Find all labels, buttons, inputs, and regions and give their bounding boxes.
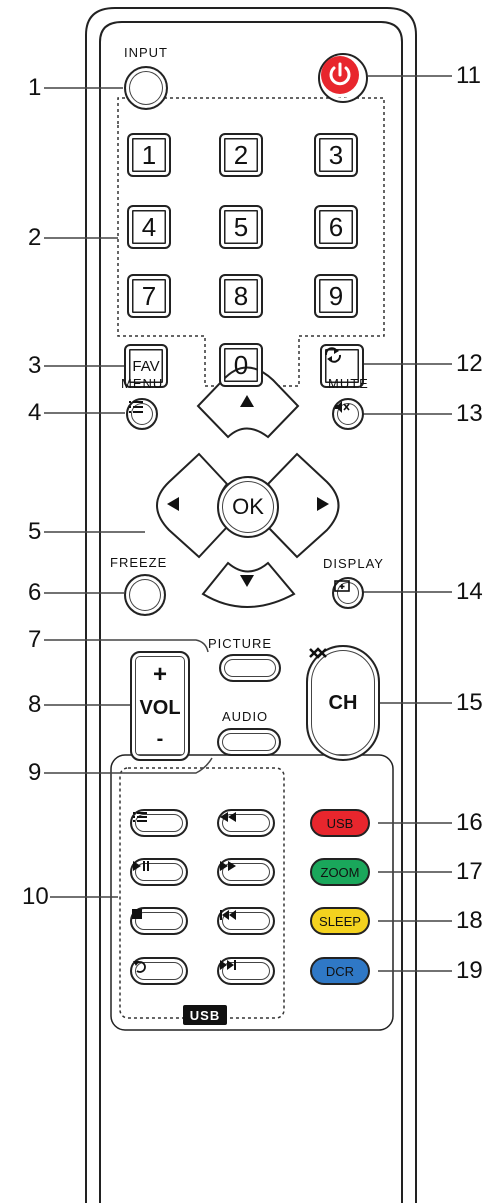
digit-7-button[interactable]: 7 [127, 274, 171, 318]
callout-16: 16 [456, 809, 483, 836]
channel-rocker[interactable]: CH [306, 645, 380, 761]
volume-rocker[interactable]: + VOL - [130, 651, 190, 761]
down-button[interactable] [239, 574, 257, 590]
fast-forward-icon [220, 861, 236, 871]
chevron-down-icon [309, 648, 327, 659]
swap-icon [324, 347, 342, 363]
up-button[interactable] [239, 394, 257, 410]
mute-button[interactable] [332, 398, 364, 430]
menu-button[interactable] [126, 398, 158, 430]
input-label: INPUT [124, 45, 168, 60]
digit-6-button[interactable]: 6 [314, 205, 358, 249]
menu-label: MENU [121, 376, 164, 391]
callout-6: 6 [28, 579, 42, 606]
power-button[interactable] [318, 53, 368, 103]
zoom-button[interactable]: ZOOM [310, 858, 370, 886]
usb-button[interactable]: USB [310, 809, 370, 837]
input-button[interactable] [124, 66, 168, 110]
usb-list-button[interactable] [130, 809, 188, 837]
mute-label: MUTE [328, 376, 369, 391]
dcr-button[interactable]: DCR [310, 957, 370, 985]
channel-label: CH [328, 692, 358, 714]
rewind-icon [220, 812, 236, 822]
callout-15: 15 [456, 689, 483, 716]
digit-1-button[interactable]: 1 [127, 133, 171, 177]
callout-10: 10 [22, 883, 49, 910]
callout-7: 7 [28, 626, 42, 653]
power-icon [321, 56, 359, 94]
previous-button[interactable] [217, 907, 275, 935]
callout-18: 18 [456, 907, 483, 934]
stop-button[interactable] [130, 907, 188, 935]
list-icon [129, 401, 143, 413]
rewind-button[interactable] [217, 809, 275, 837]
freeze-label: FREEZE [110, 555, 168, 570]
digit-3-button[interactable]: 3 [314, 133, 358, 177]
play-pause-icon [133, 861, 149, 871]
picture-button[interactable] [219, 654, 281, 682]
digit-0-button[interactable]: 0 [219, 343, 263, 387]
volume-up-button[interactable]: + [153, 663, 167, 687]
display-button[interactable] [332, 577, 364, 609]
callout-9: 9 [28, 759, 42, 786]
callout-5: 5 [28, 518, 42, 545]
digit-2-button[interactable]: 2 [219, 133, 263, 177]
skip-next-icon [220, 960, 236, 970]
digit-8-button[interactable]: 8 [219, 274, 263, 318]
fast-forward-button[interactable] [217, 858, 275, 886]
callout-17: 17 [456, 858, 483, 885]
callout-3: 3 [28, 352, 42, 379]
volume-label: VOL [139, 697, 181, 719]
play-pause-button[interactable] [130, 858, 188, 886]
sleep-button[interactable]: SLEEP [310, 907, 370, 935]
skip-previous-icon [220, 910, 236, 920]
display-label: DISPLAY [323, 556, 384, 571]
next-button[interactable] [217, 957, 275, 985]
volume-down-button[interactable]: - [157, 729, 164, 749]
callout-1: 1 [28, 74, 42, 101]
audio-button[interactable] [217, 728, 281, 756]
arrow-right-icon [317, 497, 329, 511]
display-icon [334, 580, 350, 592]
callout-4: 4 [28, 399, 42, 426]
return-icon [133, 961, 146, 973]
stop-icon [132, 909, 142, 919]
usb-group-tag: USB [183, 1005, 227, 1025]
freeze-button[interactable] [124, 574, 166, 616]
digit-4-button[interactable]: 4 [127, 205, 171, 249]
mute-icon [335, 401, 350, 413]
callout-13: 13 [456, 400, 483, 427]
ok-button[interactable]: OK [217, 476, 279, 538]
return-button[interactable] [130, 957, 188, 985]
right-button[interactable] [316, 496, 332, 514]
arrow-down-icon [240, 575, 254, 587]
remote-body-outline [44, 7, 452, 1203]
callout-12: 12 [456, 350, 483, 377]
arrow-up-icon [240, 395, 254, 407]
digit-5-button[interactable]: 5 [219, 205, 263, 249]
picture-label: PICTURE [208, 636, 273, 651]
callout-19: 19 [456, 957, 483, 984]
audio-label: AUDIO [222, 709, 269, 724]
callout-11: 11 [456, 62, 481, 89]
callout-8: 8 [28, 691, 42, 718]
callout-14: 14 [456, 578, 483, 605]
arrow-left-icon [167, 497, 179, 511]
digit-9-button[interactable]: 9 [314, 274, 358, 318]
callout-2: 2 [28, 224, 42, 251]
list-icon [133, 812, 147, 822]
remote-diagram: 1 2 3 4 5 6 7 8 9 10 11 12 13 14 15 16 1… [0, 0, 496, 1203]
left-button[interactable] [166, 496, 182, 514]
